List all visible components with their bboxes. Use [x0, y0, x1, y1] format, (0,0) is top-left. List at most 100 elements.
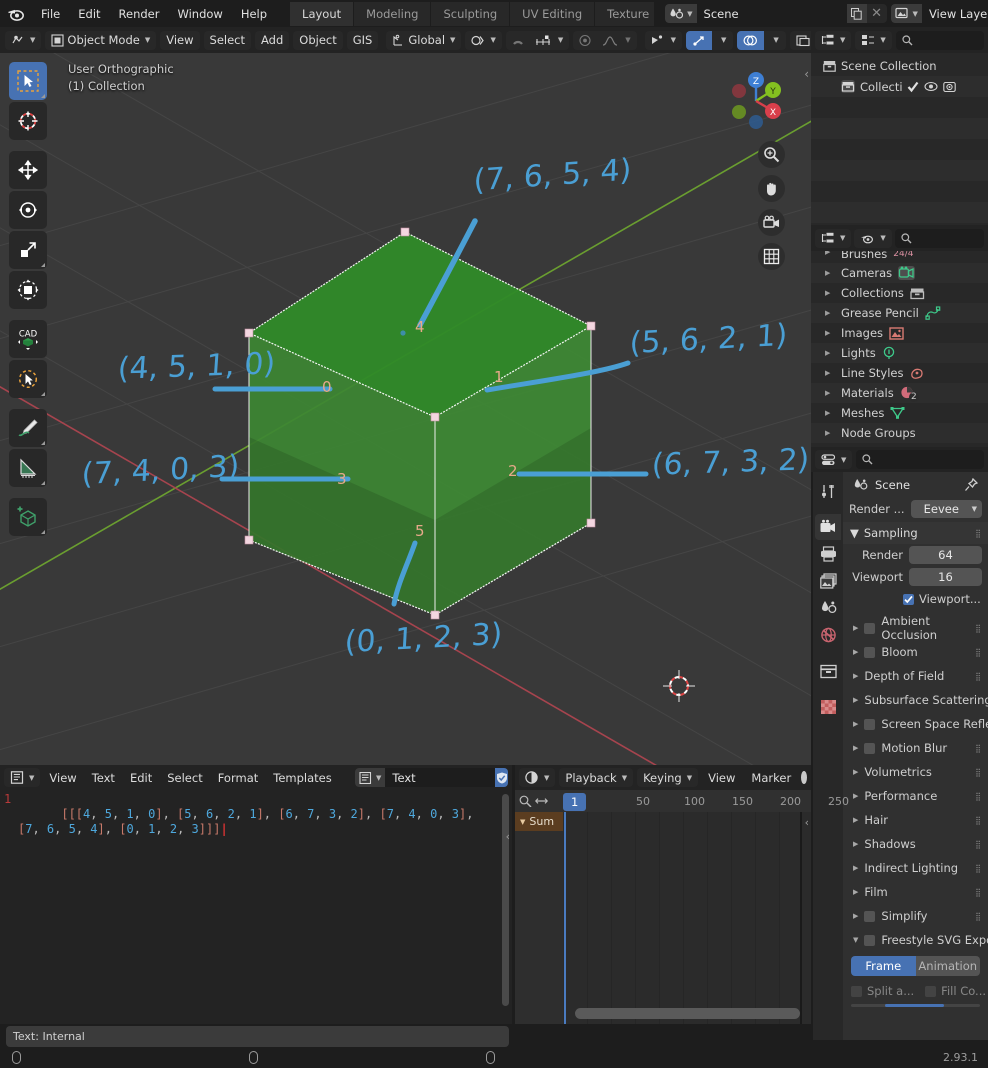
chevron-right-icon[interactable]: ▶	[825, 309, 830, 317]
chevron-right-icon[interactable]: ▶	[825, 349, 830, 357]
drag-dots-icon[interactable]: ⣿	[975, 864, 982, 873]
falloff-curve-icon[interactable]	[597, 34, 623, 47]
blender-file-row-node-groups[interactable]: ▶ Node Groups	[811, 423, 988, 443]
text-editor-body[interactable]: 1 [[[4, 5, 1, 0], [5, 6, 2, 1], [6, 7, 3…	[0, 790, 512, 1024]
timeline-scrollbar[interactable]	[575, 1008, 800, 1019]
workspace-tab-sculpting[interactable]: Sculpting	[431, 1, 511, 26]
search-icon[interactable]	[519, 795, 532, 807]
chevron-right-icon[interactable]: ▶	[825, 269, 830, 277]
bloom-checkbox[interactable]	[864, 646, 876, 658]
view-layer-name-field[interactable]: View Layer	[921, 4, 988, 23]
blender-file-row-collections[interactable]: ▶ Collections	[811, 283, 988, 303]
workspace-tab-texture-paint[interactable]: Texture Paint	[595, 1, 656, 26]
timeline-menu-view[interactable]: View	[702, 768, 741, 787]
menu-file[interactable]: File	[32, 4, 69, 24]
sampling-panel-header[interactable]: ▼ Sampling ⣿	[843, 522, 988, 544]
tool-annotate[interactable]	[9, 409, 47, 447]
panel-simplify[interactable]: ▶ Simplify ⣿	[843, 904, 988, 928]
motion-blur-checkbox[interactable]	[864, 742, 876, 754]
svg-mode-animation-button[interactable]: Animation	[915, 956, 980, 976]
panel-bloom[interactable]: ▶ Bloom ⣿	[843, 640, 988, 664]
blender-file-row-images[interactable]: ▶ Images	[811, 323, 988, 343]
viewport-menu-gis[interactable]: GIS	[346, 30, 379, 50]
blender-logo-icon[interactable]	[6, 4, 26, 24]
text-menu-format[interactable]: Format	[212, 768, 265, 787]
drag-dots-icon[interactable]: ⣿	[975, 648, 982, 657]
properties-panel[interactable]: Scene Render ... Eevee ▼ ▼ Sampling ⣿ Re…	[843, 472, 988, 1040]
screen-space-reflections-checkbox[interactable]	[864, 718, 876, 730]
panel-performance[interactable]: ▶ Performance ⣿	[843, 784, 988, 808]
collection-checkbox[interactable]	[907, 81, 919, 93]
timeline-playhead[interactable]	[564, 812, 566, 1024]
panel-volumetrics[interactable]: ▶ Volumetrics ⣿	[843, 760, 988, 784]
show-overlays-toggle[interactable]	[737, 30, 765, 50]
blender-file-row-materials[interactable]: ▶ Materials 2	[811, 383, 988, 403]
text-datablock-icon[interactable]: ▼	[355, 768, 386, 787]
blender-file-outliner[interactable]: ▶ Brushes 24/4 ▶ Cameras ▶ Collections ▶…	[811, 251, 988, 447]
panel-motion-blur[interactable]: ▶ Motion Blur ⣿	[843, 736, 988, 760]
workspace-tab-layout[interactable]: Layout	[290, 1, 355, 26]
blender-file-row-lights[interactable]: ▶ Lights	[811, 343, 988, 363]
text-menu-templates[interactable]: Templates	[267, 768, 337, 787]
chevron-down-icon[interactable]: ▼	[714, 36, 733, 44]
zoom-icon[interactable]	[758, 141, 785, 168]
simplify-checkbox[interactable]	[864, 910, 876, 922]
timeline-summary-row[interactable]: ▼ Sum	[515, 812, 563, 831]
proportional-edit-icon[interactable]	[573, 34, 597, 47]
timeline-body[interactable]: ▼ Sum ‹	[515, 812, 811, 1024]
properties-tab-world[interactable]	[815, 622, 841, 648]
timeline-ruler[interactable]: 1 50 100 150 200 250	[515, 790, 849, 812]
visibility-selector[interactable]: ▼	[644, 30, 682, 50]
split-at-invisible-checkbox[interactable]	[851, 985, 862, 997]
timeline-editor-type-selector[interactable]: ▼	[519, 768, 556, 787]
properties-tab-tool[interactable]	[815, 478, 841, 504]
text-editor-content[interactable]: [[[4, 5, 1, 0], [5, 6, 2, 1], [6, 7, 3, …	[0, 790, 500, 852]
outliner-editor-type-selector[interactable]: ▼	[815, 30, 852, 50]
pin-icon[interactable]	[964, 478, 978, 492]
pan-hand-icon[interactable]	[758, 175, 785, 202]
workspace-tab-uv-editing[interactable]: UV Editing	[510, 1, 596, 26]
chevron-right-icon[interactable]: ▶	[825, 429, 830, 437]
chevron-right-icon[interactable]: ▶	[853, 768, 858, 776]
camera-render-visibility-icon[interactable]	[943, 81, 956, 93]
blender-file-row-line-styles[interactable]: ▶ Line Styles	[811, 363, 988, 383]
current-frame-indicator[interactable]: 1	[563, 793, 587, 811]
chevron-right-icon[interactable]: ▶	[825, 251, 830, 256]
scene-icon[interactable]: ▼	[665, 4, 697, 23]
menu-edit[interactable]: Edit	[69, 4, 109, 24]
freestyle-svg-export-checkbox[interactable]	[864, 934, 876, 946]
chevron-right-icon[interactable]: ▶	[825, 289, 830, 297]
navigation-gizmo[interactable]: Z Y X	[718, 63, 794, 139]
timeline-menu-marker[interactable]: Marker	[745, 768, 797, 787]
tool-measure[interactable]	[9, 449, 47, 487]
interaction-mode-selector[interactable]: Object Mode ▼	[45, 30, 157, 50]
text-menu-text[interactable]: Text	[86, 768, 121, 787]
drag-dots-icon[interactable]: ⣿	[975, 816, 982, 825]
text-datablock-selector[interactable]: ▼ Text	[355, 768, 508, 787]
chevron-right-icon[interactable]: ▶	[853, 672, 858, 680]
show-gizmo-toggle[interactable]	[686, 30, 712, 50]
chevron-down-icon[interactable]: ▼	[853, 936, 858, 944]
panel-depth-of-field[interactable]: ▶ Depth of Field ⣿	[843, 664, 988, 688]
panel-shadows[interactable]: ▶ Shadows ⣿	[843, 832, 988, 856]
svg-mode-frame-button[interactable]: Frame	[851, 956, 916, 976]
panel-subsurface-scattering[interactable]: ▶ Subsurface Scattering	[843, 688, 988, 712]
properties-tab-collection[interactable]	[815, 658, 841, 684]
panel-film[interactable]: ▶ Film ⣿	[843, 880, 988, 904]
chevron-right-icon[interactable]: ▶	[853, 624, 858, 632]
toggle-ortho-icon[interactable]	[758, 243, 785, 270]
drag-dots-icon[interactable]: ⣿	[975, 672, 982, 681]
snap-increment-icon[interactable]	[530, 34, 556, 47]
drag-dots-icon[interactable]: ⣿	[975, 792, 982, 801]
unlink-scene-icon[interactable]: ✕	[867, 4, 887, 23]
drag-dots-icon[interactable]: ⣿	[975, 888, 982, 897]
outliner-row-collection[interactable]: Collection	[811, 76, 988, 97]
properties-tab-view-layer[interactable]	[815, 568, 841, 594]
chevron-right-icon[interactable]: ▶	[853, 696, 858, 704]
panel-screen-space-reflections[interactable]: ▶ Screen Space Refle...	[843, 712, 988, 736]
menu-help[interactable]: Help	[232, 4, 276, 24]
properties-editor-type-selector[interactable]: ▼	[815, 450, 853, 469]
text-datablock-name[interactable]: Text	[385, 768, 496, 787]
panel-indirect-lighting[interactable]: ▶ Indirect Lighting ⣿	[843, 856, 988, 880]
chevron-right-icon[interactable]: ▶	[853, 720, 858, 728]
